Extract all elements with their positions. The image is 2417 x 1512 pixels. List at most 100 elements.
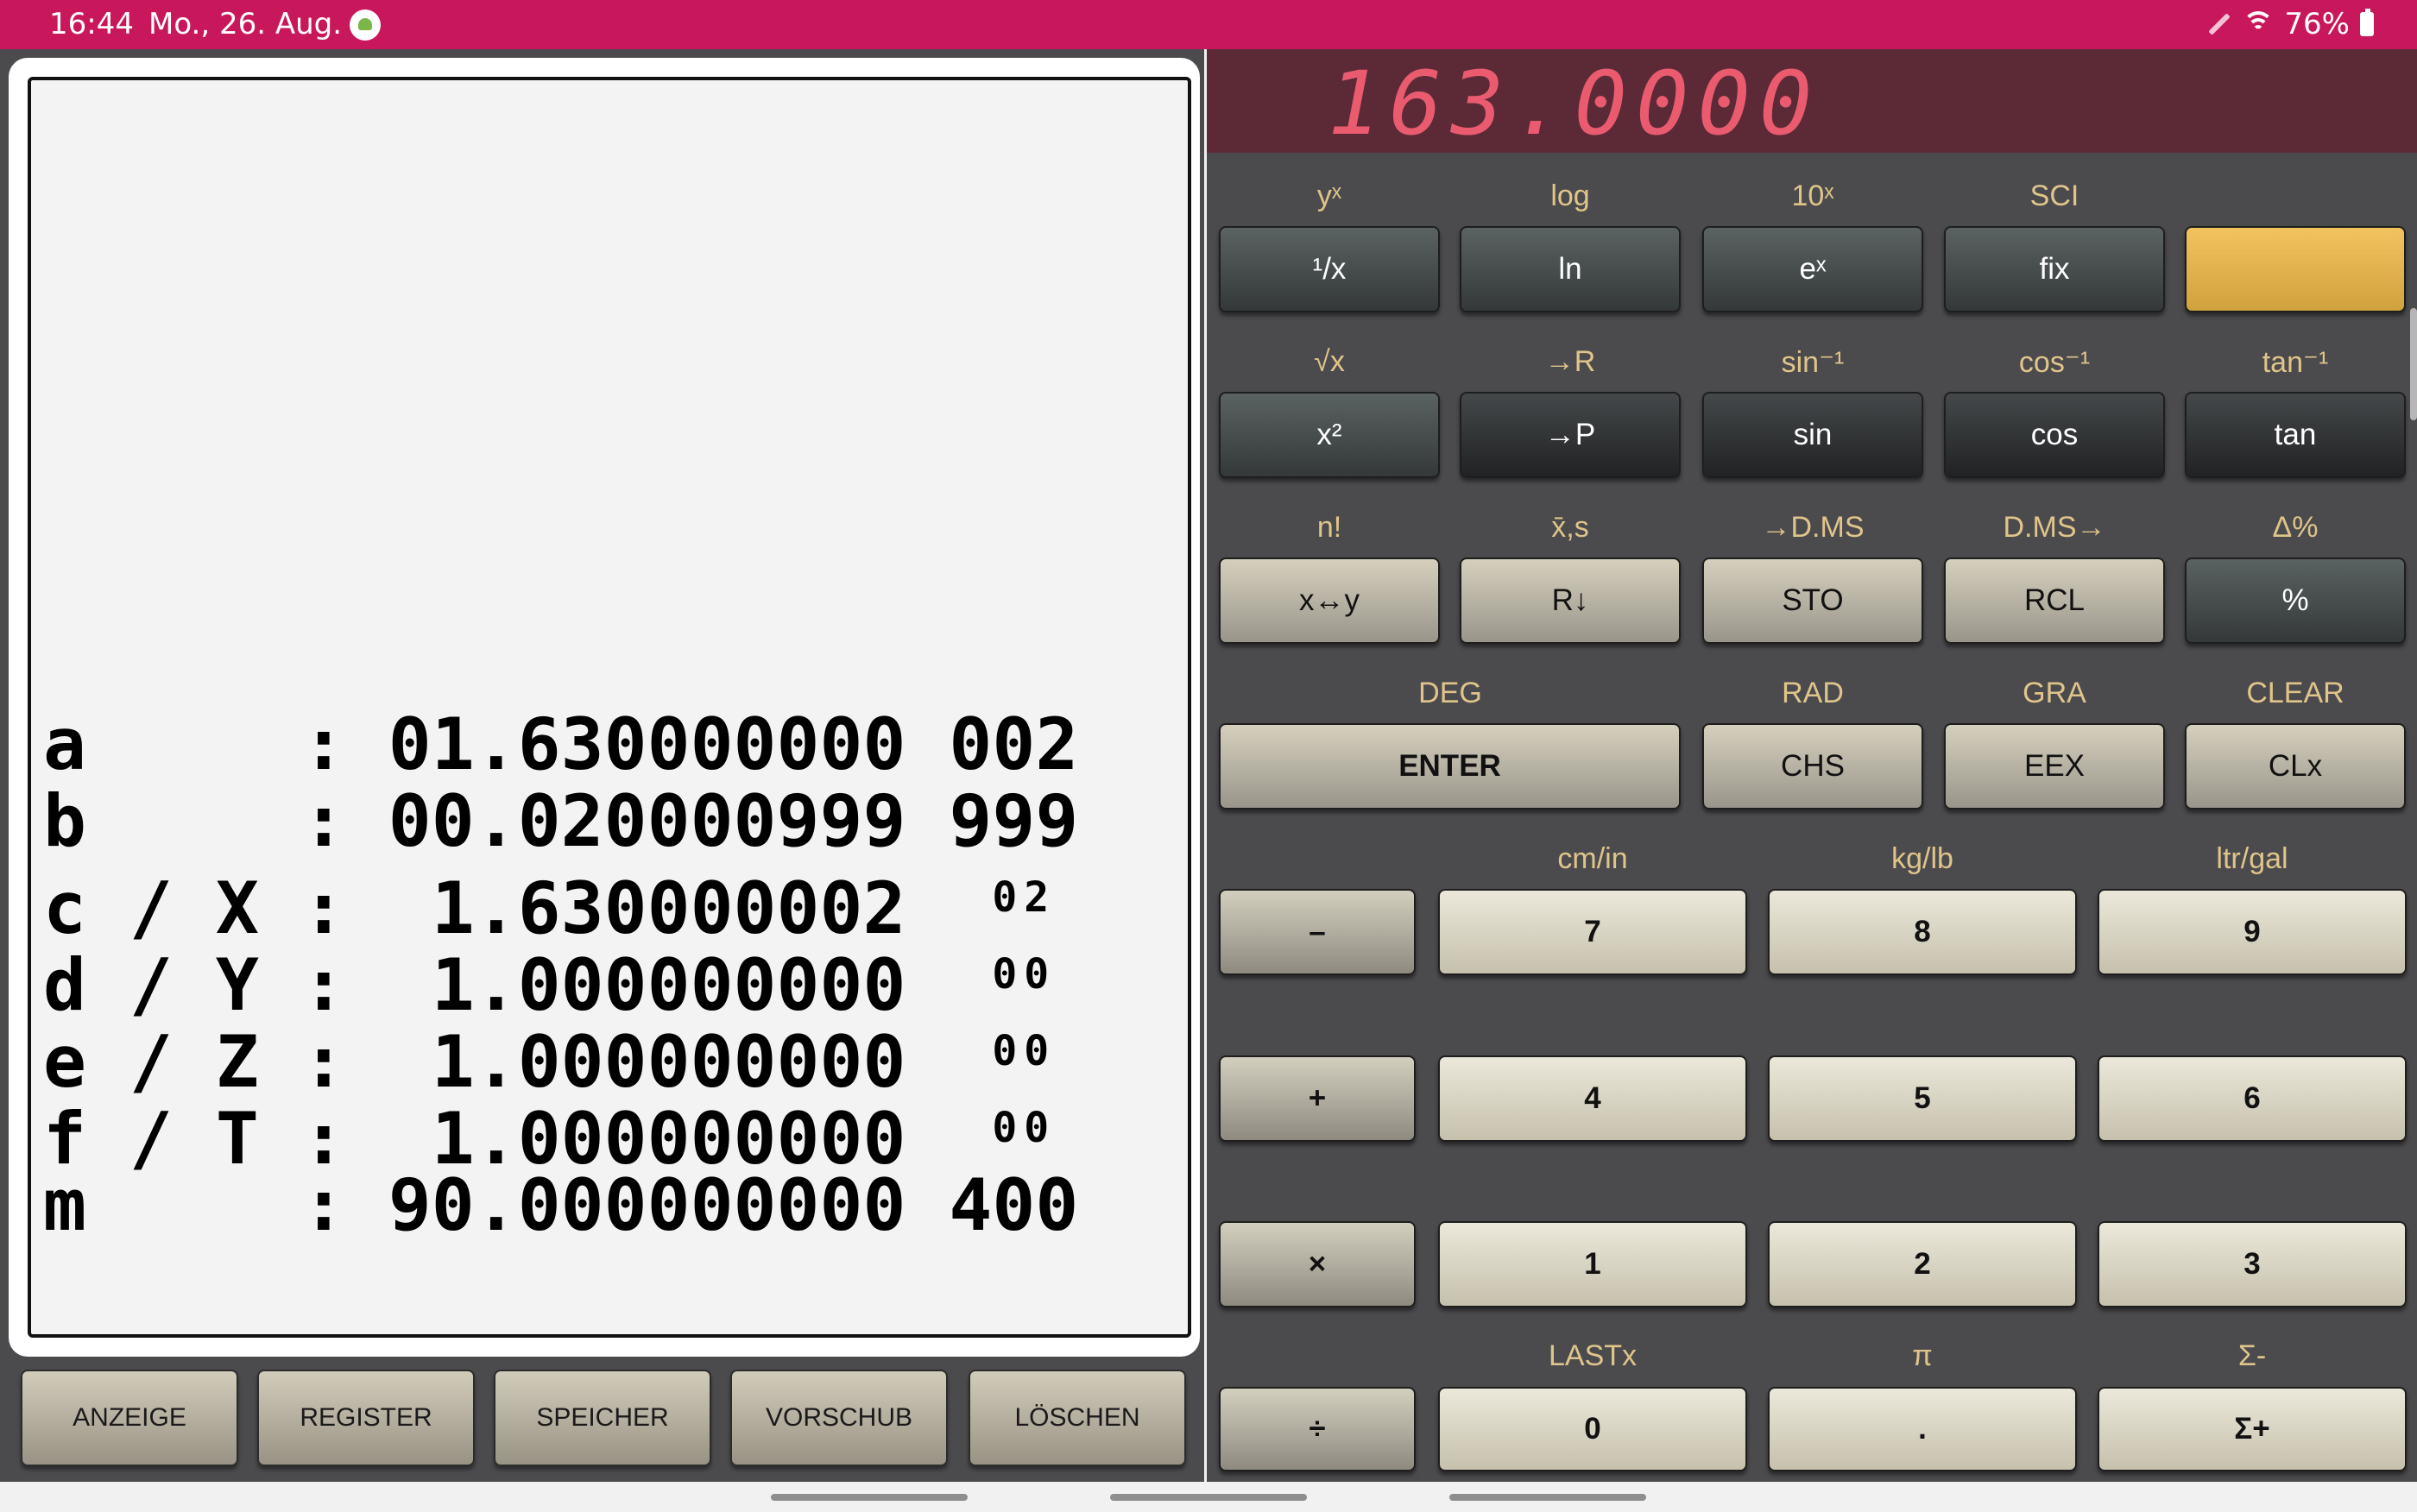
shift-label-sigma-minus: Σ- [2237,1339,2267,1372]
vorschub-button[interactable]: VORSCHUB [730,1370,948,1466]
display-value: 163.0000 [1328,53,1821,155]
battery-percent: 76% [2284,7,2350,41]
key-1[interactable]: 1 [1438,1221,1747,1307]
status-time: 16:44 [49,7,134,41]
key-percent[interactable]: % [2185,558,2406,644]
key-swap-xy[interactable]: x↔y [1219,558,1440,644]
key-sin[interactable]: sin [1702,392,1923,478]
separator: : [258,779,388,863]
key-roll-down[interactable]: R↓ [1460,558,1681,644]
printer-line: m : 90.000000000 400 [43,1167,1078,1244]
printer-output: a : 01.630000000 002 b : 00.020000999 999… [43,706,1078,1244]
register-exponent: 00 [992,950,1057,999]
key-divide[interactable]: ÷ [1219,1387,1416,1471]
shift-label-log: log [1550,180,1590,212]
shift-label-asin: sin⁻¹ [1781,346,1845,379]
nav-handle-center[interactable] [1110,1494,1307,1501]
key-5[interactable]: 5 [1768,1055,2077,1142]
shift-label-10x: 10ˣ [1791,180,1834,212]
anzeige-button[interactable]: ANZEIGE [21,1370,238,1466]
shift-label-sci: SCI [2029,180,2079,212]
shift-label-rad: RAD [1782,677,1844,709]
shift-label-from-dms: D.MS→ [2003,511,2106,544]
shift-label-atan: tan⁻¹ [2262,346,2329,379]
printer-line: a : 01.630000000 002 [43,706,1078,783]
status-bar: 16:44 Mo., 26. Aug. 76% [0,0,2417,49]
key-sigma-plus[interactable]: Σ+ [2098,1387,2407,1471]
key-0[interactable]: 0 [1438,1387,1747,1471]
separator: : [258,1163,388,1247]
key-2[interactable]: 2 [1768,1221,2077,1307]
register-exponent: 400 [949,1163,1079,1247]
key-x-squared[interactable]: x² [1219,392,1440,478]
speicher-button[interactable]: SPEICHER [494,1370,711,1466]
key-eex[interactable]: EEX [1944,723,2165,810]
key-ln[interactable]: ln [1460,226,1681,312]
calculator-panel: 163.0000 yˣ log 10ˣ SCI ¹/x ln eˣ fix √x… [1207,49,2417,1482]
key-6[interactable]: 6 [2098,1055,2407,1142]
shift-label-gra: GRA [2023,677,2086,709]
register-name: a [43,702,259,786]
register-exponent: 02 [992,873,1057,922]
key-chs[interactable]: CHS [1702,723,1923,810]
key-multiply[interactable]: × [1219,1221,1416,1307]
key-cos[interactable]: cos [1944,392,2165,478]
shift-label-sqrt: √x [1314,345,1345,378]
navigation-bar [0,1482,2417,1512]
pen-icon [2208,13,2231,35]
key-7[interactable]: 7 [1438,889,1747,975]
register-exponent: 00 [992,1027,1057,1075]
shift-label-ltr-gal: ltr/gal [2216,842,2288,875]
register-button[interactable]: REGISTER [257,1370,475,1466]
printer-buttons: ANZEIGE REGISTER SPEICHER VORSCHUB LÖSCH… [21,1370,1186,1469]
nav-handle-right[interactable] [1449,1494,1646,1501]
printer-line: b : 00.020000999 999 [43,783,1078,860]
shift-label-clear: CLEAR [2246,677,2344,709]
key-tan[interactable]: tan [2185,392,2406,478]
key-clx[interactable]: CLx [2185,723,2406,810]
key-rcl[interactable]: RCL [1944,558,2165,644]
status-date: Mo., 26. Aug. [148,7,343,41]
printer-panel: a : 01.630000000 002 b : 00.020000999 999… [0,49,1204,1482]
printer-line: e / Z : 1.000000000 00 [43,1013,1078,1100]
register-value: 00.020000999 [388,779,906,863]
wifi-icon [2243,11,2275,37]
key-shift-gold[interactable] [2185,226,2406,312]
key-3[interactable]: 3 [2098,1221,2407,1307]
paper-frame: a : 01.630000000 002 b : 00.020000999 999… [9,58,1200,1357]
shift-label-kg-lb: kg/lb [1891,842,1953,875]
battery-icon [2360,9,2374,36]
key-4[interactable]: 4 [1438,1055,1747,1142]
key-decimal[interactable]: . [1768,1387,2077,1471]
key-to-p[interactable]: →P [1460,392,1681,478]
key-reciprocal[interactable]: ¹/x [1219,226,1440,312]
shift-label-mean: x̄,s [1551,511,1589,544]
shift-label-pi: π [1912,1339,1933,1372]
printer-line: f / T : 1.000000000 00 [43,1090,1078,1177]
shift-label-to-r: →R [1544,345,1596,378]
key-fix[interactable]: fix [1944,226,2165,312]
separator: : [258,702,388,786]
key-8[interactable]: 8 [1768,889,2077,975]
register-exponent: 002 [949,702,1079,786]
key-ex[interactable]: eˣ [1702,226,1923,312]
register-exponent: 999 [949,779,1079,863]
printer-line: d / Y : 1.000000000 00 [43,936,1078,1024]
printer-line: c / X : 1.630000002 02 [43,860,1078,947]
shift-label-yx: yˣ [1316,180,1342,212]
loeschen-button[interactable]: LÖSCHEN [969,1370,1186,1466]
register-value: 90.000000000 [388,1163,906,1247]
register-value: 01.630000000 [388,702,906,786]
key-9[interactable]: 9 [2098,889,2407,975]
key-plus[interactable]: + [1219,1055,1416,1142]
shift-label-lastx: LASTx [1548,1339,1638,1372]
key-minus[interactable]: – [1219,889,1416,975]
shift-label-delta-percent: Δ% [2272,511,2319,544]
key-enter[interactable]: ENTER [1219,723,1681,810]
shift-label-to-dms: →D.MS [1761,511,1865,544]
key-sto[interactable]: STO [1702,558,1923,644]
nav-handle-left[interactable] [771,1494,968,1501]
shift-label-deg: DEG [1418,677,1482,709]
scroll-handle[interactable] [2410,308,2417,420]
printer-paper[interactable]: a : 01.630000000 002 b : 00.020000999 999… [28,77,1191,1338]
